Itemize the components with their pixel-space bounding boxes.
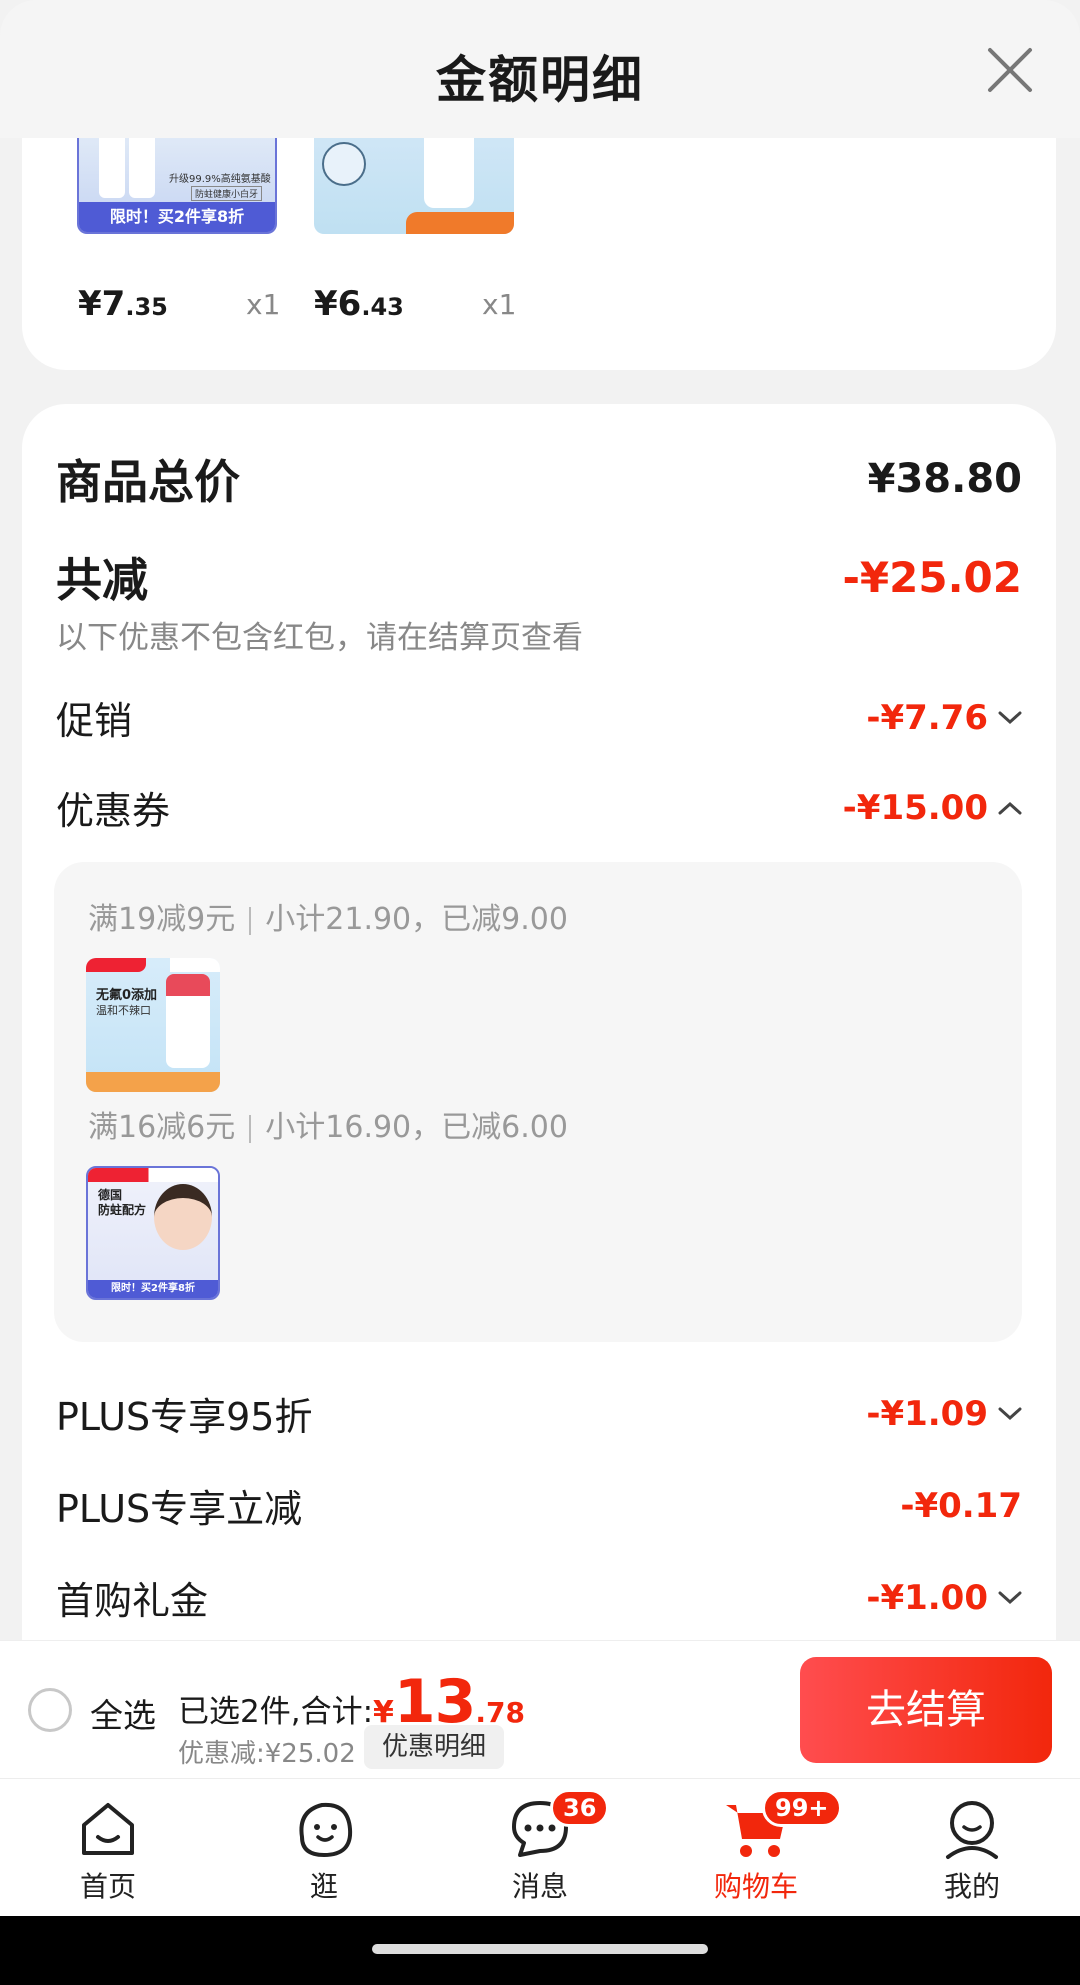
coupon-row[interactable]: 优惠券 -¥15.00 xyxy=(56,780,1022,835)
close-icon[interactable] xyxy=(984,44,1036,96)
reduce-note: 以下优惠不包含红包，请在结算页查看 xyxy=(56,620,583,656)
coupon-detail-box: 满19减9元 小计21.90，已减9.00 无氟0添加 温和不辣口 满16减6元小… xyxy=(54,862,1022,1342)
first-buy-label: 首购礼金 xyxy=(56,1579,209,1623)
checkout-bar: 全选 已选2件,合计:¥13.78 优惠减:¥25.02 优惠明细 去结算 xyxy=(0,1640,1080,1778)
coupon-label: 优惠券 xyxy=(56,789,171,833)
products-card: 升级99.9%高纯氨基酸 防蛀健康小白牙 限时！买2件享8折 ¥7.35 x1 … xyxy=(22,138,1056,370)
total-reduce-value: -¥25.02 xyxy=(842,552,1022,602)
coupon-product-thumb-1[interactable]: 无氟0添加 温和不辣口 xyxy=(86,958,220,1092)
tab-profile[interactable]: 我的 xyxy=(864,1779,1080,1916)
product-tagline: 升级99.9%高纯氨基酸 xyxy=(169,174,271,185)
page-title: 金额明细 xyxy=(436,51,644,109)
first-buy-row[interactable]: 首购礼金 -¥1.00 xyxy=(56,1570,1022,1625)
promo-label: 促销 xyxy=(56,699,133,743)
chevron-up-icon xyxy=(998,801,1022,814)
tab-explore[interactable]: 逛 xyxy=(216,1779,432,1916)
plus95-row[interactable]: PLUS专享95折 -¥1.09 xyxy=(56,1386,1022,1441)
promo-row[interactable]: 促销 -¥7.76 xyxy=(56,690,1022,745)
home-icon xyxy=(82,1803,134,1855)
total-price-label: 商品总价 xyxy=(56,455,240,509)
total-price-row: 商品总价 ¥38.80 xyxy=(56,446,1022,512)
select-all-radio[interactable] xyxy=(28,1688,72,1732)
select-all-label[interactable]: 全选 xyxy=(90,1689,156,1737)
amount-detail-card: 商品总价 ¥38.80 共减 -¥25.02 以下优惠不包含红包，请在结算页查看… xyxy=(22,404,1056,1644)
message-badge: 36 xyxy=(550,1789,610,1827)
product-qty-2: x1 xyxy=(482,288,517,321)
home-indicator[interactable] xyxy=(372,1944,708,1954)
tab-messages[interactable]: 36 消息 xyxy=(432,1779,648,1916)
system-nav-bar xyxy=(0,1916,1080,1985)
discount-summary: 优惠减:¥25.02 xyxy=(178,1739,356,1769)
profile-icon xyxy=(946,1801,998,1859)
product-image-1[interactable]: 升级99.9%高纯氨基酸 防蛀健康小白牙 限时！买2件享8折 xyxy=(77,138,277,234)
bottom-tab-bar: 首页 逛 36 消息 99+ 购物车 我的 xyxy=(0,1778,1080,1916)
plus95-label: PLUS专享95折 xyxy=(56,1395,313,1439)
coupon-product-thumb-2[interactable]: 德国 防蛀配方 限时！买2件享8折 xyxy=(86,1166,220,1300)
plus95-value: -¥1.09 xyxy=(866,1394,1022,1434)
coupon-line-1: 满19减9元 小计21.90，已减9.00 xyxy=(88,902,568,937)
product-image-2[interactable] xyxy=(314,138,514,234)
explore-icon xyxy=(299,1802,353,1858)
tab-cart[interactable]: 99+ 购物车 xyxy=(648,1779,864,1916)
discount-detail-button[interactable]: 优惠明细 xyxy=(364,1725,505,1769)
tab-home[interactable]: 首页 xyxy=(0,1779,216,1916)
product-qty-1: x1 xyxy=(246,288,281,321)
coupon-line-2: 满16减6元 小计16.90，已减6.00 xyxy=(88,1110,568,1145)
checkout-button[interactable]: 去结算 xyxy=(800,1657,1052,1763)
total-price-value: ¥38.80 xyxy=(867,456,1022,502)
coupon-value: -¥15.00 xyxy=(843,788,1022,828)
chevron-down-icon xyxy=(998,711,1022,724)
promo-value: -¥7.76 xyxy=(866,698,1022,738)
promo-banner: 限时！买2件享8折 xyxy=(79,202,275,232)
plus-reduce-label: PLUS专享立减 xyxy=(56,1487,303,1531)
total-reduce-row: 共减 -¥25.02 xyxy=(56,544,1022,610)
plus-reduce-row: PLUS专享立减 -¥0.17 xyxy=(56,1478,1022,1533)
product-price-2: ¥6.43 xyxy=(314,284,404,324)
total-reduce-label: 共减 xyxy=(56,553,148,607)
chevron-down-icon xyxy=(998,1591,1022,1604)
product-tagline-2: 防蛀健康小白牙 xyxy=(191,186,263,201)
sheet-header: 金额明细 xyxy=(0,0,1080,138)
product-price-1: ¥7.35 xyxy=(78,284,168,324)
first-buy-value: -¥1.00 xyxy=(866,1578,1022,1618)
plus-reduce-value: -¥0.17 xyxy=(900,1485,1022,1526)
chevron-down-icon xyxy=(998,1407,1022,1420)
cart-badge: 99+ xyxy=(762,1789,842,1827)
